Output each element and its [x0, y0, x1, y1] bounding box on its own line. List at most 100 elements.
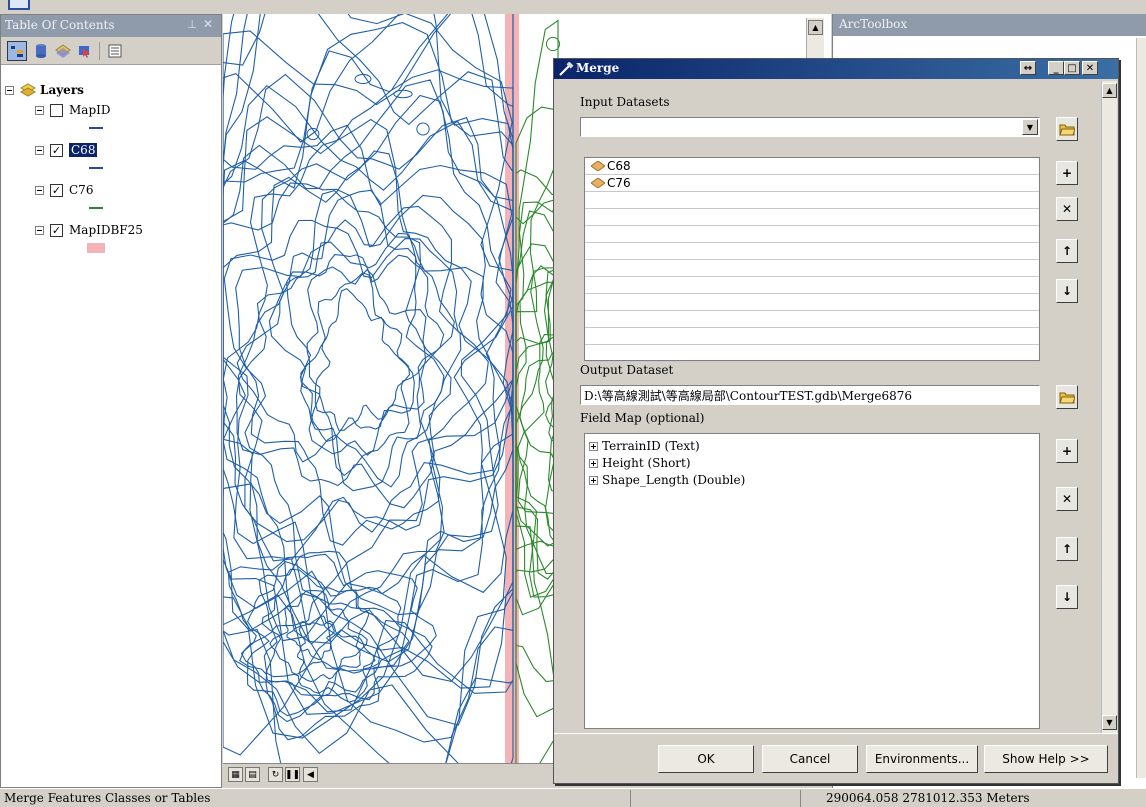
scroll-up-arrow[interactable]: ▲ [808, 20, 823, 35]
status-message: Merge Features Classes or Tables [4, 791, 211, 805]
input-datasets-label: Input Datasets [580, 95, 670, 109]
scroll-down-arrow[interactable]: ▼ [1102, 715, 1117, 730]
layer-row[interactable]: ✓ C68 [35, 141, 98, 159]
pause-drawing-button[interactable]: ❚❚ [285, 767, 300, 782]
list-item[interactable] [585, 260, 1039, 277]
layer-visibility-checkbox[interactable]: ✓ [50, 143, 63, 157]
collapse-icon[interactable] [35, 145, 44, 155]
ok-button[interactable]: OK [658, 745, 754, 773]
remove-button[interactable]: ✕ [1056, 197, 1078, 221]
layers-root[interactable]: Layers [5, 81, 84, 99]
add-button[interactable]: + [1056, 161, 1078, 185]
list-by-source-icon[interactable] [31, 41, 51, 61]
list-item[interactable] [585, 328, 1039, 345]
scroll-up-arrow[interactable]: ▲ [1102, 83, 1117, 98]
list-item[interactable] [585, 209, 1039, 226]
collapse-icon[interactable] [5, 85, 14, 95]
merge-title-bar[interactable]: Merge ↔ _ □ ✕ [554, 59, 1118, 79]
list-item[interactable] [585, 345, 1039, 362]
field-map-item[interactable]: Height (Short) [589, 455, 691, 471]
close-button[interactable]: ✕ [1082, 61, 1098, 75]
layer-row[interactable]: ✓ C76 [35, 181, 93, 199]
show-help-button[interactable]: Show Help >> [984, 745, 1108, 773]
merge-scrollbar[interactable]: ▲ ▼ [1101, 81, 1117, 733]
field-map-item[interactable]: Shape_Length (Double) [589, 472, 745, 488]
collapse-icon[interactable] [35, 105, 44, 115]
environments-button[interactable]: Environments... [866, 745, 978, 773]
output-dataset-field[interactable]: D:\等高線測試\等高線局部\ContourTEST.gdb\Merge6876 [580, 385, 1040, 405]
field-move-up-button[interactable]: ↑ [1056, 537, 1078, 561]
layers-icon [20, 83, 36, 97]
list-item[interactable] [585, 226, 1039, 243]
legend-symbol [87, 243, 105, 253]
list-item[interactable] [585, 311, 1039, 328]
pin-icon[interactable]: ⊥ [187, 18, 197, 31]
layer-visibility-checkbox[interactable]: ✓ [50, 223, 63, 237]
refresh-button[interactable]: ↻ [268, 767, 283, 782]
list-item[interactable]: C76 [585, 175, 1039, 192]
cancel-button[interactable]: Cancel [762, 745, 858, 773]
layer-name[interactable]: MapID [69, 103, 110, 117]
field-remove-button[interactable]: ✕ [1056, 487, 1078, 511]
legend-symbol [89, 127, 103, 129]
legend-symbol [89, 207, 103, 209]
collapse-icon[interactable] [35, 185, 44, 195]
contour-line [235, 205, 462, 546]
arctoolbox-title-bar: ArcToolbox [833, 14, 1146, 36]
scroll-left-arrow[interactable]: ◀ [303, 767, 318, 782]
field-name: Shape_Length (Double) [602, 473, 746, 487]
layer-name[interactable]: MapIDBF25 [69, 223, 143, 237]
dataset-name: C68 [607, 159, 631, 173]
contour-line [354, 73, 372, 85]
dropdown-arrow-icon[interactable]: ▼ [1022, 119, 1038, 135]
list-by-selection-icon[interactable] [75, 41, 95, 61]
expand-icon[interactable] [589, 475, 598, 485]
layout-view-button[interactable]: ▤ [245, 767, 260, 782]
field-map-item[interactable]: TerrainID (Text) [589, 438, 700, 454]
layer-row[interactable]: MapID [35, 101, 110, 119]
toolbar-gripper[interactable] [8, 0, 30, 10]
data-view-button[interactable]: ▦ [228, 767, 243, 782]
input-datasets-list[interactable]: C68 C76 [584, 157, 1040, 362]
minimize-button[interactable]: _ [1048, 61, 1064, 75]
contour-line [515, 207, 559, 695]
layer-visibility-checkbox[interactable]: ✓ [50, 183, 63, 197]
list-by-drawing-order-icon[interactable] [7, 41, 27, 61]
collapse-icon[interactable] [35, 225, 44, 235]
expand-icon[interactable] [589, 441, 598, 451]
field-map-list[interactable]: TerrainID (Text) Height (Short) Shape_Leng… [584, 433, 1040, 729]
merge-form: Input Datasets ▼ C68 C76 + ✕ ↑ ↓ Output D… [562, 81, 1102, 729]
field-move-down-button[interactable]: ↓ [1056, 585, 1078, 609]
move-down-button[interactable]: ↓ [1056, 279, 1078, 303]
browse-input-button[interactable] [1056, 117, 1078, 141]
options-icon[interactable] [105, 41, 125, 61]
list-by-visibility-icon[interactable] [53, 41, 73, 61]
toc-title: Table Of Contents [5, 18, 115, 32]
resize-icon[interactable]: ↔ [1020, 61, 1036, 75]
feature-class-icon [591, 161, 605, 171]
list-item[interactable] [585, 243, 1039, 260]
arctoolbox-scrollbar[interactable] [1136, 38, 1146, 778]
layer-row[interactable]: ✓ MapIDBF25 [35, 221, 143, 239]
input-datasets-combo[interactable]: ▼ [580, 117, 1040, 137]
list-item[interactable] [585, 277, 1039, 294]
maximize-button[interactable]: □ [1064, 61, 1080, 75]
layer-visibility-checkbox[interactable] [50, 103, 63, 117]
layer-name[interactable]: C76 [69, 183, 93, 197]
expand-icon[interactable] [589, 458, 598, 468]
output-dataset-label: Output Dataset [580, 363, 674, 377]
move-up-button[interactable]: ↑ [1056, 239, 1078, 263]
browse-output-button[interactable] [1056, 385, 1078, 409]
field-add-button[interactable]: + [1056, 439, 1078, 463]
list-item[interactable]: C68 [585, 158, 1039, 175]
legend-symbol [89, 167, 103, 169]
contour-line [223, 14, 514, 784]
list-item[interactable] [585, 192, 1039, 209]
merge-footer: OK Cancel Environments... Show Help >> [554, 733, 1118, 783]
list-item[interactable] [585, 294, 1039, 311]
close-icon[interactable]: ✕ [203, 17, 213, 31]
layer-name[interactable]: C68 [69, 143, 98, 157]
contour-line [223, 84, 514, 715]
open-folder-icon [1059, 124, 1075, 136]
open-folder-icon [1059, 392, 1075, 404]
